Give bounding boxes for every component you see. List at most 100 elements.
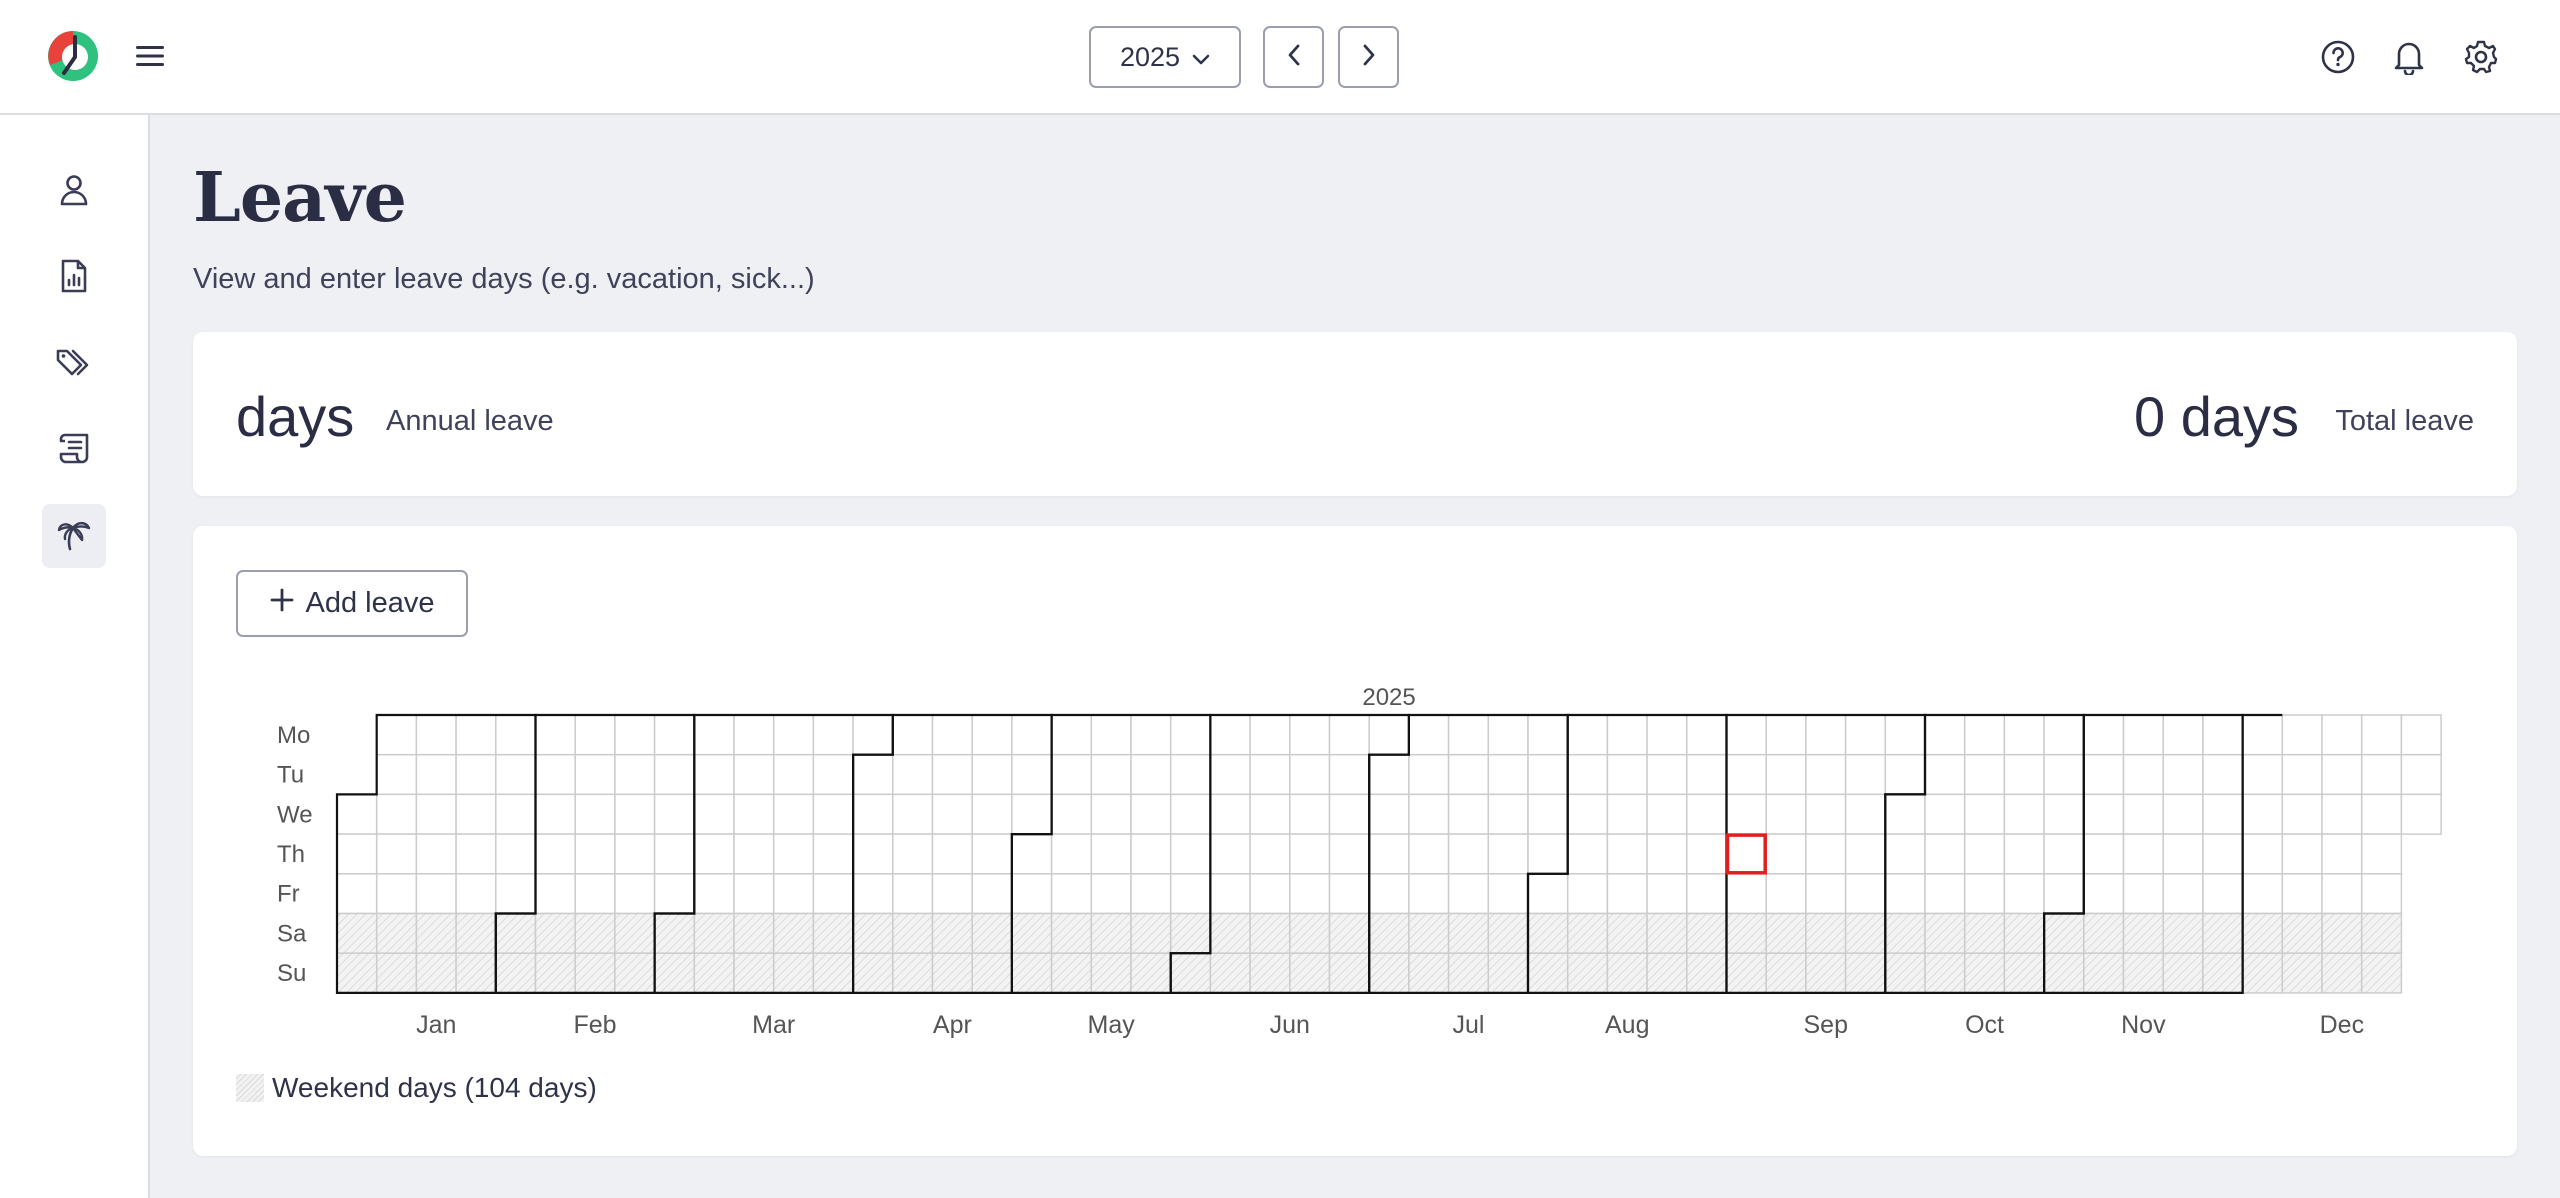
calendar-day-cell[interactable]	[1169, 714, 1212, 756]
calendar-day-cell[interactable]	[971, 793, 1013, 835]
calendar-day-cell[interactable]	[455, 873, 497, 915]
calendar-day-cell[interactable]	[574, 873, 616, 915]
calendar-weekend-cell[interactable]	[1924, 952, 1966, 994]
calendar-day-cell[interactable]	[1566, 753, 1609, 796]
calendar-day-cell[interactable]	[534, 793, 576, 835]
calendar-weekend-cell[interactable]	[1050, 912, 1093, 954]
calendar-day-cell[interactable]	[772, 873, 815, 915]
calendar-day-cell[interactable]	[2202, 714, 2244, 756]
calendar-day-cell[interactable]	[2162, 793, 2204, 835]
calendar-day-cell[interactable]	[614, 714, 656, 756]
calendar-day-cell[interactable]	[1487, 714, 1529, 756]
year-select[interactable]: 2025	[1089, 26, 1241, 88]
calendar-weekend-cell[interactable]	[2241, 912, 2284, 954]
calendar-weekend-cell[interactable]	[534, 952, 576, 994]
calendar-weekend-cell[interactable]	[1050, 952, 1093, 994]
calendar-weekend-cell[interactable]	[1368, 952, 1410, 994]
calendar-weekend-cell[interactable]	[931, 912, 973, 954]
calendar-day-cell[interactable]	[733, 833, 775, 875]
calendar-day-cell[interactable]	[455, 793, 497, 835]
calendar-day-cell[interactable]	[1566, 793, 1609, 835]
calendar-day-cell[interactable]	[375, 714, 418, 756]
calendar-day-cell[interactable]	[1963, 833, 2006, 875]
calendar-day-cell[interactable]	[1289, 833, 1331, 875]
calendar-day-cell[interactable]	[415, 753, 457, 796]
calendar-weekend-cell[interactable]	[614, 912, 656, 954]
calendar-weekend-cell[interactable]	[2003, 912, 2045, 954]
calendar-day-cell[interactable]	[1725, 714, 1767, 756]
calendar-day-cell[interactable]	[336, 833, 378, 875]
calendar-day-cell[interactable]	[1328, 714, 1370, 756]
calendar-day-cell[interactable]	[415, 873, 457, 915]
calendar-day-cell[interactable]	[733, 793, 775, 835]
calendar-day-cell[interactable]	[2162, 753, 2204, 796]
calendar-day-cell[interactable]	[971, 873, 1013, 915]
calendar-day-cell[interactable]	[1924, 833, 1966, 875]
calendar-day-cell[interactable]	[1963, 714, 2006, 756]
calendar-day-cell[interactable]	[1844, 793, 1887, 835]
calendar-day-cell[interactable]	[2241, 833, 2284, 875]
calendar-day-cell[interactable]	[1249, 873, 1291, 915]
calendar-day-cell[interactable]	[812, 833, 854, 875]
sidebar-item-records[interactable]	[42, 418, 106, 482]
calendar-day-cell[interactable]	[931, 833, 973, 875]
calendar-day-cell[interactable]	[971, 833, 1013, 875]
notifications-bell-icon[interactable]	[2389, 37, 2429, 77]
calendar-weekend-cell[interactable]	[1884, 912, 1926, 954]
calendar-weekend-cell[interactable]	[1447, 952, 1490, 994]
calendar-weekend-cell[interactable]	[1408, 952, 1450, 994]
calendar-day-cell[interactable]	[1169, 833, 1212, 875]
calendar-weekend-cell[interactable]	[1527, 952, 1569, 994]
calendar-day-cell[interactable]	[1527, 714, 1569, 756]
calendar-day-cell[interactable]	[2241, 714, 2284, 756]
calendar-day-cell[interactable]	[1527, 873, 1569, 915]
calendar-day-cell[interactable]	[1011, 873, 1053, 915]
calendar-weekend-cell[interactable]	[1011, 952, 1053, 994]
calendar-day-cell[interactable]	[415, 714, 457, 756]
calendar-day-cell[interactable]	[1487, 873, 1529, 915]
calendar-day-cell[interactable]	[1169, 753, 1212, 796]
calendar-day-cell[interactable]	[1408, 714, 1450, 756]
calendar-weekend-cell[interactable]	[2202, 952, 2244, 994]
calendar-day-cell[interactable]	[1209, 753, 1251, 796]
calendar-day-cell[interactable]	[852, 714, 894, 756]
calendar-day-cell[interactable]	[653, 714, 696, 756]
app-logo[interactable]	[46, 29, 100, 83]
calendar-weekend-cell[interactable]	[495, 912, 537, 954]
calendar-weekend-cell[interactable]	[1606, 912, 1648, 954]
calendar-day-cell[interactable]	[495, 873, 537, 915]
calendar-weekend-cell[interactable]	[1130, 952, 1172, 994]
calendar-weekend-cell[interactable]	[733, 912, 775, 954]
calendar-day-cell[interactable]	[1289, 873, 1331, 915]
calendar-day-cell[interactable]	[1686, 714, 1728, 756]
calendar-day-cell[interactable]	[1408, 833, 1450, 875]
calendar-weekend-cell[interactable]	[852, 912, 894, 954]
calendar-day-cell[interactable]	[1884, 714, 1926, 756]
calendar-day-cell[interactable]	[375, 873, 418, 915]
calendar-weekend-cell[interactable]	[1209, 912, 1251, 954]
calendar-day-cell[interactable]	[1447, 793, 1490, 835]
calendar-day-cell[interactable]	[614, 833, 656, 875]
calendar-day-cell[interactable]	[1368, 833, 1410, 875]
calendar-day-cell[interactable]	[1805, 873, 1847, 915]
calendar-day-cell[interactable]	[2360, 793, 2403, 835]
calendar-day-cell[interactable]	[1765, 873, 1807, 915]
calendar-day-cell[interactable]	[1725, 873, 1767, 915]
calendar-weekend-cell[interactable]	[1963, 952, 2006, 994]
calendar-day-cell[interactable]	[2360, 714, 2403, 756]
calendar-day-cell[interactable]	[1368, 714, 1410, 756]
calendar-day-cell[interactable]	[336, 793, 378, 835]
calendar-day-cell[interactable]	[1209, 873, 1251, 915]
calendar-weekend-cell[interactable]	[653, 912, 696, 954]
calendar-day-cell[interactable]	[1963, 753, 2006, 796]
calendar-day-cell[interactable]	[2083, 714, 2125, 756]
calendar-day-cell[interactable]	[1844, 873, 1887, 915]
calendar-day-cell[interactable]	[1646, 753, 1688, 796]
calendar-day-cell[interactable]	[1169, 873, 1212, 915]
calendar-weekend-cell[interactable]	[1487, 912, 1529, 954]
calendar-day-cell[interactable]	[1289, 753, 1331, 796]
calendar-weekend-cell[interactable]	[1844, 912, 1887, 954]
calendar-day-cell[interactable]	[1011, 793, 1053, 835]
calendar-day-cell[interactable]	[375, 833, 418, 875]
calendar-weekend-cell[interactable]	[2162, 952, 2204, 994]
